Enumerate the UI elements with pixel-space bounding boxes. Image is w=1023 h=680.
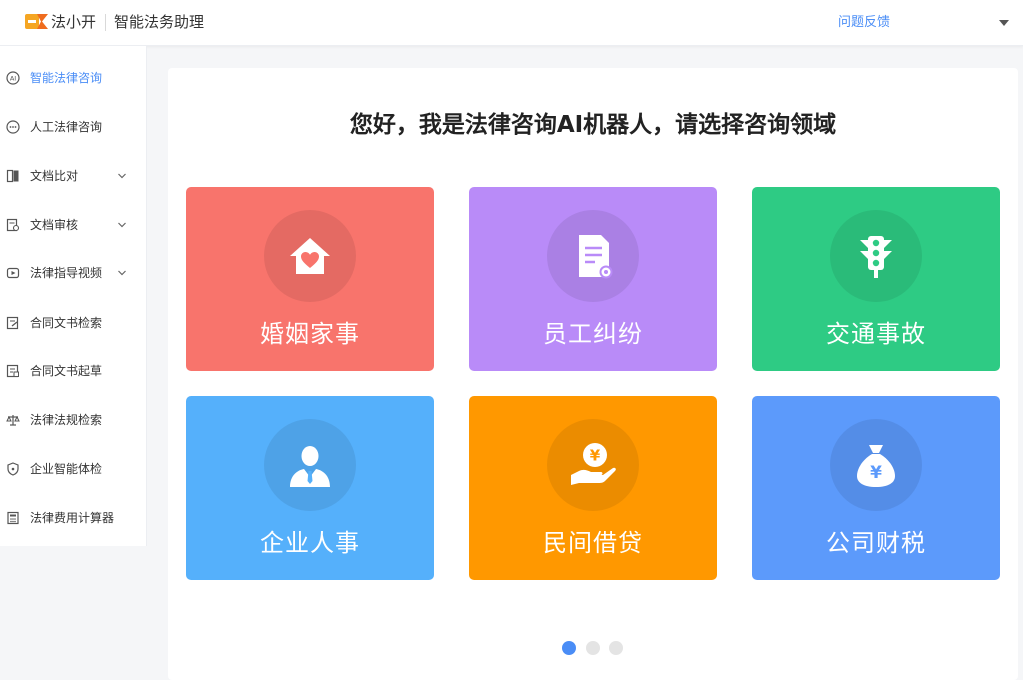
sidebar-item-label: 法律指导视频 bbox=[30, 266, 103, 280]
document-badge-icon bbox=[579, 235, 613, 279]
sidebar-item-label: 合同文书检索 bbox=[30, 316, 103, 330]
tile-employee-dispute[interactable]: 员工纠纷 bbox=[469, 187, 717, 371]
sidebar-item-law-search[interactable]: 法律法规检索 bbox=[0, 400, 146, 440]
pagination-dot-1[interactable] bbox=[562, 641, 576, 655]
calculator-icon bbox=[7, 511, 19, 525]
sidebar-item-contract-drafting[interactable]: 合同文书起草 bbox=[0, 351, 146, 391]
header-divider bbox=[105, 14, 106, 31]
money-bag-icon: ¥ bbox=[857, 445, 895, 487]
tile-corporate-tax[interactable]: ¥ 公司财税 bbox=[752, 396, 1000, 580]
traffic-light-icon bbox=[860, 236, 892, 278]
tile-label: 员工纠纷 bbox=[543, 320, 643, 348]
scales-icon bbox=[6, 415, 20, 426]
chevron-down-icon[interactable] bbox=[117, 220, 127, 230]
tile-label: 公司财税 bbox=[826, 529, 926, 557]
svg-text:AI: AI bbox=[10, 75, 16, 83]
chevron-down-icon[interactable] bbox=[117, 268, 127, 278]
sidebar-item-enterprise-checkup[interactable]: 企业智能体检 bbox=[0, 449, 146, 489]
tile-icon-circle bbox=[830, 210, 922, 302]
ai-icon: AI bbox=[6, 71, 20, 85]
pagination-dot-3[interactable] bbox=[609, 641, 623, 655]
tile-label: 企业人事 bbox=[260, 529, 360, 557]
tile-icon-circle: ¥ bbox=[547, 419, 639, 511]
sidebar-item-label: 智能法律咨询 bbox=[30, 71, 103, 85]
caret-down-icon[interactable] bbox=[998, 18, 1010, 28]
shield-icon bbox=[7, 462, 19, 476]
app-title: 智能法务助理 bbox=[114, 13, 205, 31]
tile-icon-circle bbox=[264, 419, 356, 511]
sidebar-item-ai-legal-consult[interactable]: AI 智能法律咨询 bbox=[0, 58, 146, 98]
svg-text:¥: ¥ bbox=[870, 463, 882, 483]
tile-enterprise-hr[interactable]: 企业人事 bbox=[186, 396, 434, 580]
tile-icon-circle bbox=[264, 210, 356, 302]
review-document-icon bbox=[6, 218, 20, 232]
sidebar-item-label: 法律法规检索 bbox=[30, 413, 103, 427]
tile-icon-circle bbox=[547, 210, 639, 302]
feedback-link[interactable]: 问题反馈 bbox=[838, 14, 890, 32]
tile-marriage-family[interactable]: 婚姻家事 bbox=[186, 187, 434, 371]
person-icon bbox=[290, 446, 330, 487]
house-heart-icon bbox=[290, 238, 330, 274]
hand-coin-icon: ¥ bbox=[571, 443, 616, 485]
sidebar-item-fee-calculator[interactable]: 法律费用计算器 bbox=[0, 498, 146, 538]
sidebar-item-label: 企业智能体检 bbox=[30, 462, 103, 476]
logo-text: 法小开 bbox=[51, 13, 97, 31]
page-heading: 您好，我是法律咨询AI机器人，请选择咨询领域 bbox=[349, 112, 837, 138]
logo-icon bbox=[25, 14, 48, 29]
main-card bbox=[168, 68, 1018, 680]
tile-label: 民间借贷 bbox=[543, 529, 643, 557]
sidebar-item-label: 合同文书起草 bbox=[30, 364, 103, 378]
chevron-down-icon[interactable] bbox=[117, 171, 127, 181]
tile-icon-circle: ¥ bbox=[830, 419, 922, 511]
tile-private-lending[interactable]: ¥ 民间借贷 bbox=[469, 396, 717, 580]
svg-text:¥: ¥ bbox=[590, 447, 601, 465]
sidebar-item-contract-search[interactable]: 合同文书检索 bbox=[0, 303, 146, 343]
sidebar-item-legal-videos[interactable]: 法律指导视频 bbox=[0, 253, 146, 293]
edit-document-icon bbox=[6, 364, 19, 378]
tile-label: 婚姻家事 bbox=[260, 320, 360, 348]
video-play-icon bbox=[6, 267, 20, 279]
search-document-icon bbox=[6, 316, 19, 330]
sidebar-item-document-review[interactable]: 文档审核 bbox=[0, 205, 146, 245]
pagination-dot-2[interactable] bbox=[586, 641, 600, 655]
tile-label: 交通事故 bbox=[826, 320, 926, 348]
sidebar-item-document-compare[interactable]: 文档比对 bbox=[0, 156, 146, 196]
sidebar-item-label: 文档比对 bbox=[30, 169, 79, 183]
sidebar-item-label: 法律费用计算器 bbox=[30, 511, 115, 525]
compare-document-icon bbox=[6, 169, 19, 183]
tile-traffic-accident[interactable]: 交通事故 bbox=[752, 187, 1000, 371]
top-bar: 法小开 智能法务助理 问题反馈 bbox=[0, 0, 1023, 46]
sidebar-item-label: 文档审核 bbox=[30, 218, 79, 232]
